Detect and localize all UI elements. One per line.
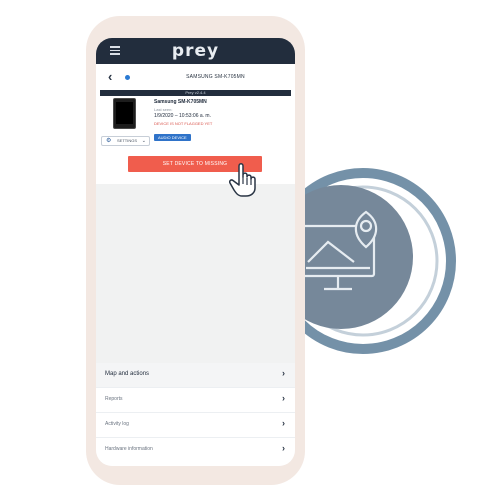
hand-cursor-icon [229, 163, 256, 197]
chevron-down-icon: ⌄ [141, 138, 146, 144]
last-seen-label: Last seen: [154, 107, 173, 112]
device-menu: Map and actions › Reports › Activity log… [96, 363, 295, 466]
menu-item-activity-log[interactable]: Activity log › [96, 413, 295, 438]
status-dot-icon [125, 75, 130, 80]
menu-item-label: Map and actions [105, 371, 150, 377]
device-image [113, 98, 136, 129]
chevron-right-icon: › [282, 418, 285, 428]
menu-item-label: Hardware information [105, 446, 153, 452]
version-banner: Prey v2.4.4 [100, 90, 291, 96]
device-title: SAMSUNG SM-K705MN [186, 74, 245, 80]
app-screen: prey ‹ SAMSUNG SM-K705MN Prey v2.4.4 Sam… [96, 38, 295, 466]
device-status: DEVICE IS NOT FLAGGED YET [154, 121, 213, 126]
chevron-right-icon: › [282, 368, 285, 378]
menu-item-label: Reports [105, 396, 123, 402]
settings-dropdown[interactable]: ⚙ SETTINGS ⌄ [101, 136, 150, 146]
gear-icon: ⚙ [106, 138, 112, 144]
audio-device-button[interactable]: AUDIO DEVICE [154, 134, 191, 141]
menu-item-hardware-information[interactable]: Hardware information › [96, 438, 295, 462]
device-info: Samsung SM-K705MN Last seen: 1/9/2020 – … [154, 99, 274, 144]
settings-label: SETTINGS [117, 138, 138, 143]
menu-item-reports[interactable]: Reports › [96, 388, 295, 413]
app-logo: prey [171, 41, 220, 61]
chevron-right-icon: › [282, 443, 285, 453]
chevron-right-icon: › [282, 393, 285, 403]
device-model: Samsung SM-K705MN [154, 99, 207, 105]
top-bar: prey [96, 38, 295, 64]
menu-item-map-actions[interactable]: Map and actions › [96, 363, 295, 388]
last-seen-date: 1/9/2020 – 10:53:06 a. m. [154, 113, 211, 119]
menu-item-label: Activity log [105, 421, 129, 427]
back-arrow-icon[interactable]: ‹ [108, 69, 112, 84]
